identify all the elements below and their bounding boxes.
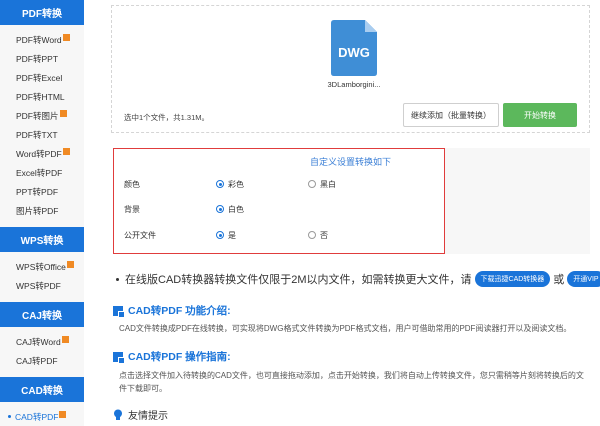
sidebar-item-caj-to-pdf[interactable]: CAJ转PDF bbox=[0, 351, 84, 370]
settings-row-background: 背景 白色 bbox=[124, 202, 444, 216]
radio-checked-icon[interactable] bbox=[216, 231, 224, 239]
new-badge-icon bbox=[62, 34, 70, 41]
radio-unchecked-icon[interactable] bbox=[308, 231, 316, 239]
sidebar-item-pdf-to-image[interactable]: PDF转图片 bbox=[0, 106, 84, 125]
dwg-file-icon[interactable]: DWG bbox=[331, 20, 377, 76]
guide-heading: CAD转PDF 操作指南: bbox=[113, 349, 231, 364]
new-badge-icon bbox=[66, 261, 74, 268]
public-option-no[interactable]: 否 bbox=[308, 230, 328, 241]
document-icon bbox=[113, 305, 125, 318]
sidebar-item-pdf-to-html[interactable]: PDF转HTML bbox=[0, 87, 84, 106]
sidebar-section-wps[interactable]: WPS转换 bbox=[0, 227, 84, 252]
open-vip-button[interactable]: 开通VIP bbox=[567, 271, 600, 287]
settings-row-public: 公开文件 是 否 bbox=[124, 228, 444, 242]
continue-add-button[interactable]: 继续添加（批量转换） bbox=[403, 103, 499, 127]
sidebar-item-wps-to-pdf[interactable]: WPS转PDF bbox=[0, 276, 84, 295]
sidebar-section-cad[interactable]: CAD转换 bbox=[0, 377, 84, 402]
color-option-bw[interactable]: 黑白 bbox=[308, 179, 336, 190]
active-dot-icon bbox=[8, 415, 11, 418]
selection-summary: 选中1个文件，共1.31M。 bbox=[124, 113, 210, 122]
settings-title: 自定义设置转换如下 bbox=[310, 157, 392, 167]
background-option-white[interactable]: 白色 bbox=[216, 204, 244, 215]
sidebar-item-pdf-to-excel[interactable]: PDF转Excel bbox=[0, 68, 84, 87]
sidebar-section-pdf[interactable]: PDF转换 bbox=[0, 0, 84, 25]
settings-side-panel bbox=[445, 148, 590, 254]
new-badge-icon bbox=[59, 110, 67, 117]
tips-heading: 友情提示 bbox=[113, 407, 168, 422]
sidebar-item-cad-to-pdf[interactable]: CAD转PDF bbox=[0, 407, 84, 426]
sidebar-item-caj-to-word[interactable]: CAJ转Word bbox=[0, 332, 84, 351]
sidebar-item-pdf-to-txt[interactable]: PDF转TXT bbox=[0, 125, 84, 144]
new-badge-icon bbox=[62, 148, 70, 155]
file-type-label: DWG bbox=[338, 45, 370, 60]
settings-row-color: 颜色 彩色 黑白 bbox=[124, 177, 444, 191]
size-limit-notice: 在线版CAD转换器转换文件仅限于2M以内文件，如需转换更大文件，请 下载迅捷CA… bbox=[116, 271, 600, 287]
guide-text: 点击选择文件加入待转换的CAD文件，也可直接拖动添加，点击开始转换，我们将自动上… bbox=[119, 371, 584, 393]
bullet-icon bbox=[116, 277, 119, 281]
sidebar-item-image-to-pdf[interactable]: 图片转PDF bbox=[0, 201, 84, 220]
sidebar: PDF转换 PDF转Word PDF转PPT PDF转Excel PDF转HTM… bbox=[0, 0, 84, 426]
new-badge-icon bbox=[59, 411, 67, 418]
settings-panel: 自定义设置转换如下 颜色 彩色 黑白 背景 白色 公开文件 是 否 bbox=[113, 148, 445, 254]
sidebar-section-caj[interactable]: CAJ转换 bbox=[0, 302, 84, 327]
lightbulb-icon bbox=[114, 409, 122, 420]
download-converter-button[interactable]: 下载迅捷CAD转换器 bbox=[474, 271, 551, 287]
intro-heading: CAD转PDF 功能介绍: bbox=[113, 303, 231, 318]
sidebar-item-pdf-to-ppt[interactable]: PDF转PPT bbox=[0, 49, 84, 68]
upload-dropzone[interactable]: DWG 3DLamborgini... 选中1个文件，共1.31M。 继续添加（… bbox=[111, 5, 590, 133]
document-icon bbox=[113, 351, 125, 364]
background-label: 背景 bbox=[124, 204, 140, 214]
sidebar-item-pdf-to-word[interactable]: PDF转Word bbox=[0, 30, 84, 49]
color-label: 颜色 bbox=[124, 179, 140, 189]
intro-text: CAD文件转换成PDF在线转换，可实现将DWG格式文件转换为PDF格式文档，用户… bbox=[119, 324, 572, 333]
file-name: 3DLamborgini... bbox=[327, 80, 381, 89]
public-file-label: 公开文件 bbox=[124, 230, 156, 240]
color-option-color[interactable]: 彩色 bbox=[216, 179, 308, 190]
sidebar-item-excel-to-pdf[interactable]: Excel转PDF bbox=[0, 163, 84, 182]
radio-checked-icon[interactable] bbox=[216, 205, 224, 213]
radio-unchecked-icon[interactable] bbox=[308, 180, 316, 188]
sidebar-item-word-to-pdf[interactable]: Word转PDF bbox=[0, 144, 84, 163]
public-option-yes[interactable]: 是 bbox=[216, 230, 308, 241]
radio-checked-icon[interactable] bbox=[216, 180, 224, 188]
sidebar-item-ppt-to-pdf[interactable]: PPT转PDF bbox=[0, 182, 84, 201]
sidebar-item-wps-to-office[interactable]: WPS转Office bbox=[0, 257, 84, 276]
start-convert-button[interactable]: 开始转换 bbox=[503, 103, 577, 127]
new-badge-icon bbox=[61, 336, 69, 343]
